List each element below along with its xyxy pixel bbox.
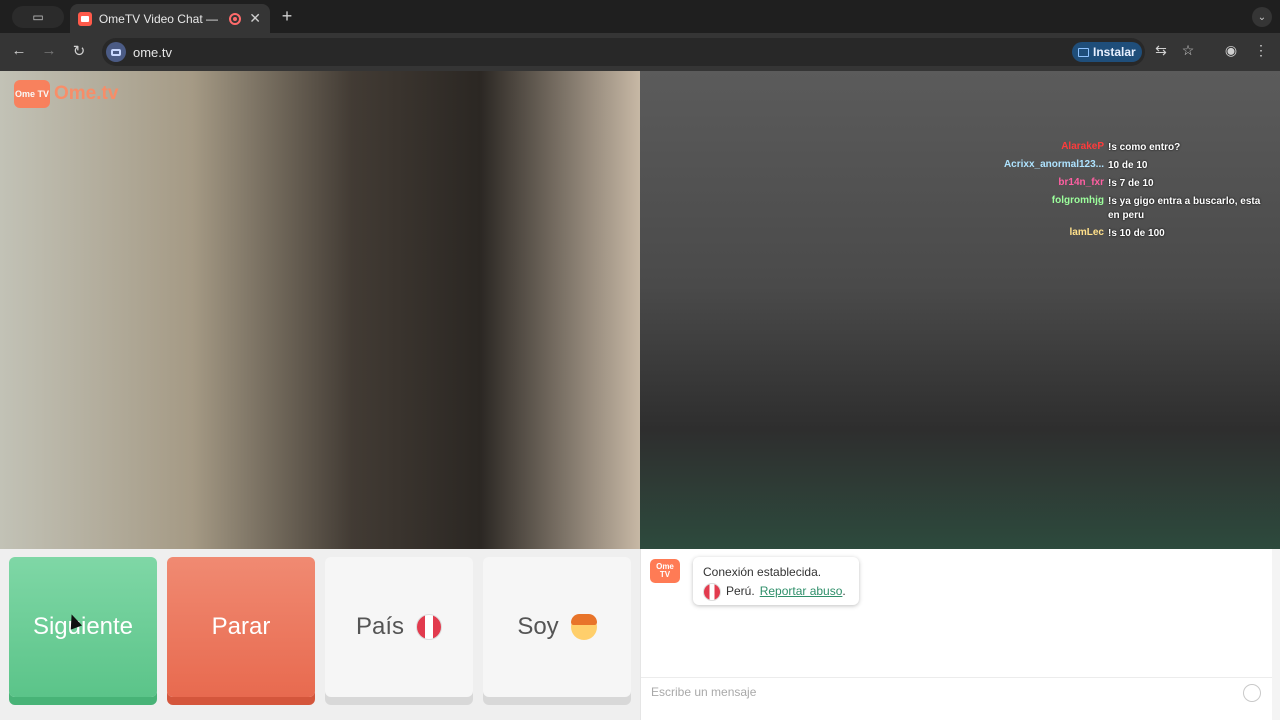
recording-indicator-icon bbox=[229, 12, 242, 25]
system-message-bubble: Conexión establecida. Perú. Reportar abu… bbox=[693, 557, 859, 605]
site-camera-icon[interactable] bbox=[106, 42, 126, 62]
emoji-smiley-icon[interactable] bbox=[1243, 684, 1261, 702]
boy-emoji-icon bbox=[570, 614, 597, 640]
remote-video-feed: AlarakeP !s como entro? Acrixx_anormal123.… bbox=[640, 71, 1280, 549]
stream-chat-message: !s ya gigo entra a buscarlo, esta en per… bbox=[1108, 196, 1261, 221]
address-bar[interactable]: ome.tv Instalar ⇆ ☆ bbox=[102, 38, 1194, 66]
message-input[interactable] bbox=[641, 678, 1231, 706]
stream-chat-message: 10 de 10 bbox=[1108, 160, 1148, 171]
profile-icon[interactable]: ◉ bbox=[1221, 42, 1241, 59]
stream-chat-username: folgromhjg bbox=[1051, 195, 1104, 206]
message-input-bar bbox=[641, 677, 1273, 707]
forward-arrow-icon[interactable]: → bbox=[39, 42, 59, 59]
bookmark-star-icon[interactable]: ☆ bbox=[1178, 42, 1198, 59]
report-suffix: . bbox=[842, 584, 846, 598]
ometv-tv-icon: Ome TV bbox=[14, 80, 50, 108]
gender-label: Soy bbox=[517, 613, 559, 640]
new-tab-button[interactable]: + bbox=[278, 6, 296, 27]
stream-chat-username: Acrixx_anormal123... bbox=[1003, 159, 1104, 170]
menu-kebab-icon[interactable]: ⋮ bbox=[1251, 42, 1271, 59]
back-arrow-icon[interactable]: ← bbox=[9, 42, 29, 59]
url-text: ome.tv bbox=[133, 45, 173, 60]
browser-toolbar: ← → ↻ ome.tv Instalar ⇆ ☆ ◉ ⋮ bbox=[0, 33, 1280, 71]
stream-chat-message: !s 10 de 100 bbox=[1108, 228, 1165, 239]
stream-chat-message: !s como entro? bbox=[1108, 142, 1181, 153]
stop-label: Parar bbox=[211, 613, 271, 640]
partner-country-line: Perú. Reportar abuso. bbox=[703, 582, 849, 601]
stream-chat-row: lamLec !s 10 de 100 bbox=[980, 227, 1280, 241]
stream-chat-username: br14n_fxr bbox=[1058, 177, 1104, 188]
install-label: Instalar bbox=[1093, 45, 1136, 59]
ometv-avatar-icon: Ome TV bbox=[650, 559, 680, 583]
tab-title: OmeTV Video Chat — Ome bbox=[98, 11, 222, 26]
connection-status-text: Conexión establecida. bbox=[703, 565, 822, 579]
ometv-logo: Ome TV Ome.tv bbox=[14, 80, 118, 108]
partner-country-text: Perú. bbox=[726, 584, 755, 598]
stream-chat-message: !s 7 de 10 bbox=[1108, 178, 1154, 189]
next-label: Siguiente bbox=[32, 613, 134, 640]
stream-chat-row: br14n_fxr !s 7 de 10 bbox=[980, 177, 1280, 191]
stream-chat-row: folgromhjg !s ya gigo entra a buscarlo, e… bbox=[980, 195, 1280, 223]
peru-flag-icon bbox=[416, 614, 443, 640]
tab-search-icon[interactable]: ▭ bbox=[12, 6, 64, 28]
stream-chat-username: lamLec bbox=[1069, 227, 1104, 238]
tab-close-icon[interactable]: ✕ bbox=[248, 10, 262, 27]
chat-scrollbar[interactable] bbox=[1272, 549, 1280, 720]
country-button[interactable]: País bbox=[325, 557, 473, 697]
browser-tab-active[interactable]: OmeTV Video Chat — Ome ✕ bbox=[70, 4, 270, 33]
ometv-page: Ome TV Ome.tv AlarakeP !s como entro? Acri… bbox=[0, 71, 1280, 720]
install-app-button[interactable]: Instalar bbox=[1072, 42, 1142, 62]
tab-list-chevron-icon[interactable]: ⌄ bbox=[1252, 7, 1272, 27]
stop-button[interactable]: Parar bbox=[167, 557, 315, 697]
local-video-feed: Ome TV Ome.tv bbox=[0, 71, 640, 549]
stream-chat-username: AlarakeP bbox=[1061, 141, 1104, 152]
gender-button[interactable]: Soy bbox=[483, 557, 631, 697]
logo-text: Ome.tv bbox=[54, 83, 119, 104]
peru-flag-icon bbox=[703, 582, 721, 601]
stream-chat-row: AlarakeP !s como entro? bbox=[980, 141, 1280, 155]
text-chat-panel: Ome TV Conexión establecida. Perú. Repor… bbox=[640, 549, 1280, 720]
stream-chat-overlay: AlarakeP !s como entro? Acrixx_anormal123.… bbox=[980, 141, 1280, 245]
browser-tab-bar: ▭ OmeTV Video Chat — Ome ✕ + ⌄ bbox=[0, 0, 1280, 33]
translate-icon[interactable]: ⇆ bbox=[1151, 42, 1171, 59]
next-button[interactable]: Siguiente bbox=[9, 557, 157, 697]
install-monitor-icon bbox=[1078, 47, 1089, 57]
country-label: País bbox=[355, 613, 405, 640]
controls-panel: Siguiente Parar País Soy bbox=[0, 549, 640, 720]
stream-chat-row: Acrixx_anormal123... 10 de 10 bbox=[980, 159, 1280, 173]
report-abuse-link[interactable]: Reportar abuso bbox=[760, 584, 843, 598]
reload-icon[interactable]: ↻ bbox=[69, 42, 89, 60]
youtube-favicon-icon bbox=[78, 11, 92, 26]
